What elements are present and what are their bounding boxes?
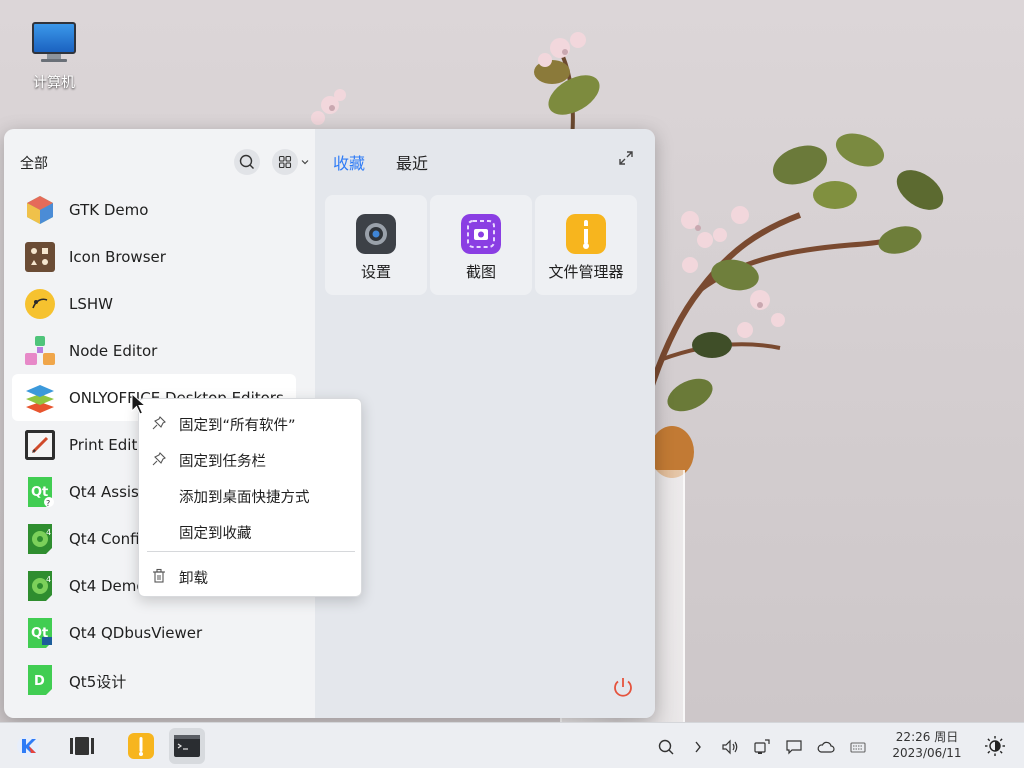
mouse-cursor-icon bbox=[131, 393, 147, 415]
menu-item-uninstall[interactable]: 卸载 bbox=[139, 560, 361, 592]
tab-favorites[interactable]: 收藏 bbox=[333, 150, 365, 174]
app-label: Qt4 QDbusViewer bbox=[69, 624, 203, 642]
start-menu-button[interactable] bbox=[10, 728, 46, 764]
svg-text:Qt: Qt bbox=[31, 485, 48, 500]
app-label: GTK Demo bbox=[69, 201, 149, 219]
pin-icon bbox=[152, 452, 166, 466]
search-icon[interactable] bbox=[657, 738, 675, 756]
app-label: Icon Browser bbox=[69, 248, 166, 266]
tab-recent[interactable]: 最近 bbox=[396, 150, 428, 174]
multitask-view-button[interactable] bbox=[64, 728, 100, 764]
qt5-designer-icon: D bbox=[28, 665, 52, 695]
kylin-logo-icon bbox=[17, 735, 39, 757]
monitor-base bbox=[41, 59, 67, 62]
all-apps-title: 全部 bbox=[20, 156, 48, 172]
trash-icon bbox=[153, 568, 165, 583]
qt4-demo-icon: 4 bbox=[28, 571, 52, 601]
app-label: Qt4 Demo bbox=[69, 577, 146, 595]
taskbar-file-manager[interactable] bbox=[123, 728, 159, 764]
favorite-tile-screenshot[interactable]: 截图 bbox=[430, 195, 532, 295]
keyboard-icon[interactable] bbox=[849, 738, 867, 756]
app-item-qt4-qdbusviewer[interactable]: Qt Qt4 QDbusViewer bbox=[12, 609, 296, 656]
view-mode-button[interactable] bbox=[272, 149, 310, 175]
app-item-icon-browser[interactable]: Icon Browser bbox=[12, 233, 296, 280]
menu-item-label: 固定到收藏 bbox=[179, 526, 252, 542]
app-item-node-editor[interactable]: Node Editor bbox=[12, 327, 296, 374]
volume-icon[interactable] bbox=[721, 738, 739, 756]
favorites-panel: 收藏 最近 设置 截图 文件管理器 bbox=[315, 129, 655, 718]
menu-item-label: 添加到桌面快捷方式 bbox=[179, 490, 310, 506]
app-label: Node Editor bbox=[69, 342, 158, 360]
menu-item-pin-to-favorites[interactable]: 固定到收藏 bbox=[139, 515, 361, 547]
expand-icon[interactable] bbox=[617, 149, 635, 167]
favorite-tile-settings[interactable]: 设置 bbox=[325, 195, 427, 295]
taskbar: 22:26 周日 2023/06/11 bbox=[0, 722, 1024, 768]
print-editor-icon bbox=[25, 430, 55, 460]
menu-item-label: 卸载 bbox=[179, 571, 208, 587]
app-item-gtk-demo[interactable]: GTK Demo bbox=[12, 186, 296, 233]
computer-icon bbox=[32, 22, 76, 54]
clock-time: 22:26 周日 bbox=[895, 730, 959, 744]
clock[interactable]: 22:26 周日 2023/06/11 bbox=[884, 729, 970, 761]
settings-icon bbox=[356, 214, 396, 254]
power-icon[interactable] bbox=[611, 675, 635, 699]
app-item-lshw[interactable]: LSHW bbox=[12, 280, 296, 327]
favorite-label: 设置 bbox=[360, 263, 391, 281]
favorite-label: 文件管理器 bbox=[548, 263, 624, 281]
menu-item-pin-to-all-apps[interactable]: 固定到“所有软件” bbox=[139, 407, 361, 439]
menu-item-pin-to-taskbar[interactable]: 固定到任务栏 bbox=[139, 443, 361, 475]
node-editor-icon bbox=[25, 336, 55, 365]
app-list-header: 全部 bbox=[4, 129, 315, 189]
qt4-config-icon: 4 bbox=[28, 524, 52, 554]
app-item-qt5-designer[interactable]: D Qt5设计 bbox=[12, 656, 296, 703]
night-mode-icon[interactable] bbox=[984, 735, 1006, 757]
file-manager-icon bbox=[566, 214, 606, 254]
menu-item-label: 固定到任务栏 bbox=[179, 454, 266, 470]
svg-text:4: 4 bbox=[46, 575, 51, 584]
desktop-icon-label: 计算机 bbox=[33, 75, 75, 91]
gtk-demo-icon bbox=[27, 196, 53, 224]
lshw-icon bbox=[25, 289, 55, 319]
app-label: LSHW bbox=[69, 295, 113, 313]
menu-item-label: 固定到“所有软件” bbox=[179, 418, 296, 434]
favorite-tile-file-manager[interactable]: 文件管理器 bbox=[535, 195, 637, 295]
qt4-assistant-icon: Qt ? bbox=[28, 477, 54, 508]
menu-separator bbox=[147, 551, 355, 552]
pin-icon bbox=[152, 416, 166, 430]
terminal-icon bbox=[174, 735, 200, 757]
grid-view-icon bbox=[272, 149, 298, 175]
network-icon[interactable] bbox=[753, 738, 771, 756]
app-label: Qt5设计 bbox=[69, 673, 127, 691]
file-manager-icon bbox=[128, 733, 154, 759]
svg-text:?: ? bbox=[46, 499, 50, 508]
clock-date: 2023/06/11 bbox=[892, 746, 962, 760]
chevron-down-icon bbox=[301, 160, 309, 165]
context-menu: 固定到“所有软件” 固定到任务栏 添加到桌面快捷方式 固定到收藏 卸载 bbox=[138, 398, 362, 597]
screenshot-icon bbox=[461, 214, 501, 254]
taskbar-terminal[interactable] bbox=[169, 728, 205, 764]
search-icon bbox=[239, 154, 254, 169]
onlyoffice-icon bbox=[26, 385, 54, 413]
svg-text:4: 4 bbox=[46, 528, 51, 537]
favorite-label: 截图 bbox=[465, 263, 496, 281]
cloud-icon[interactable] bbox=[817, 738, 835, 756]
svg-text:D: D bbox=[34, 674, 45, 689]
desktop-icon-computer[interactable]: 计算机 bbox=[22, 18, 86, 92]
qt4-qdbusviewer-icon: Qt bbox=[28, 618, 52, 648]
chevron-right-icon[interactable] bbox=[689, 738, 707, 756]
icon-browser-icon bbox=[25, 242, 55, 272]
menu-item-add-desktop-shortcut[interactable]: 添加到桌面快捷方式 bbox=[139, 479, 361, 511]
notification-icon[interactable] bbox=[785, 738, 803, 756]
multitask-icon bbox=[70, 737, 94, 755]
search-button[interactable] bbox=[234, 149, 260, 175]
